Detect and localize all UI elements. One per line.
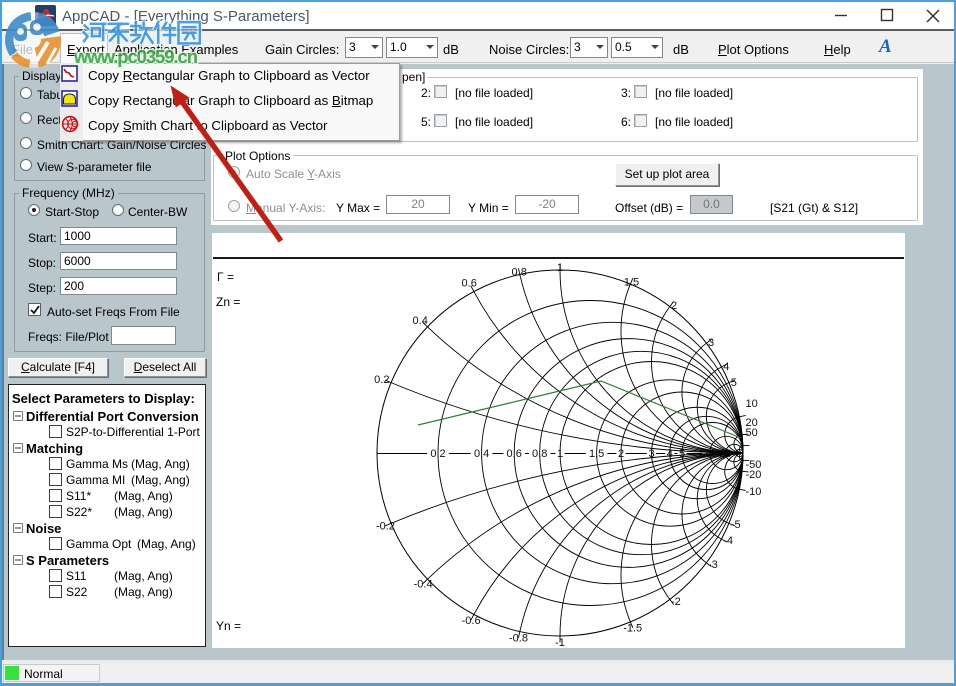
svg-text:0.6: 0.6 <box>507 448 522 460</box>
svg-text:-10: -10 <box>746 486 762 498</box>
svg-text:-3: -3 <box>708 559 718 571</box>
svg-text:0.8: 0.8 <box>532 448 547 460</box>
svg-text:3: 3 <box>648 448 654 460</box>
svg-text:0.6: 0.6 <box>462 278 477 290</box>
svg-text:-0.4: -0.4 <box>414 578 433 590</box>
svg-text:3: 3 <box>708 337 714 349</box>
svg-text:-0.6: -0.6 <box>462 615 481 627</box>
svg-text:www.pc0359.cn: www.pc0359.cn <box>74 46 198 67</box>
svg-text:-0.8: -0.8 <box>509 632 528 644</box>
svg-text:2: 2 <box>671 300 677 312</box>
svg-text:0.2: 0.2 <box>374 374 389 386</box>
svg-text:0.8: 0.8 <box>512 267 527 279</box>
svg-text:-5: -5 <box>731 519 741 531</box>
svg-text:1.5: 1.5 <box>589 448 604 460</box>
svg-text:2: 2 <box>618 448 624 460</box>
svg-text:-1: -1 <box>555 637 565 649</box>
svg-text:4: 4 <box>723 361 729 373</box>
svg-text:0.4: 0.4 <box>413 315 428 327</box>
svg-text:-4: -4 <box>723 535 733 547</box>
svg-text:50: 50 <box>746 427 758 439</box>
svg-text:5: 5 <box>731 377 737 389</box>
svg-text:1.5: 1.5 <box>624 276 639 288</box>
svg-text:0.4: 0.4 <box>474 448 489 460</box>
svg-text:0.2: 0.2 <box>430 448 445 460</box>
svg-text:10: 10 <box>746 398 758 410</box>
svg-text:10: 10 <box>704 448 716 460</box>
svg-text:4: 4 <box>667 448 673 460</box>
svg-text:1: 1 <box>557 262 563 274</box>
svg-text:1: 1 <box>557 448 563 460</box>
svg-text:-50: -50 <box>746 459 762 471</box>
svg-text:-0.2: -0.2 <box>376 521 395 533</box>
svg-text:20: 20 <box>719 448 731 460</box>
svg-text:5: 5 <box>679 448 685 460</box>
svg-text:-1.5: -1.5 <box>623 623 642 635</box>
svg-text:-2: -2 <box>671 596 681 608</box>
